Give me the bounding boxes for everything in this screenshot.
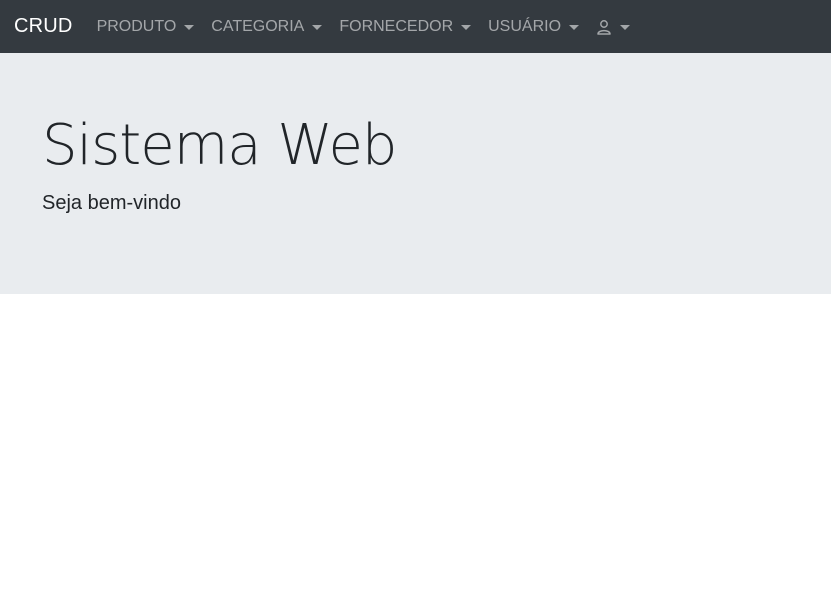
nav-dropdown-categoria[interactable]: CATEGORIA (211, 0, 323, 53)
top-navbar: CRUD PRODUTO CATEGORIA FORNECEDOR USUÁRI… (0, 0, 831, 53)
nav-menu: PRODUTO CATEGORIA FORNECEDOR USUÁRIO (97, 0, 647, 53)
nav-item-label: FORNECEDOR (339, 17, 454, 35)
caret-down-icon (620, 24, 631, 30)
caret-down-icon (184, 24, 195, 30)
nav-dropdown-user-account[interactable] (596, 0, 631, 53)
navbar-brand[interactable]: CRUD (14, 0, 73, 53)
caret-down-icon (312, 24, 323, 30)
nav-dropdown-fornecedor[interactable]: FORNECEDOR (339, 0, 472, 53)
jumbotron: Sistema Web Seja bem-vindo (0, 53, 831, 294)
user-icon (597, 19, 611, 35)
caret-down-icon (461, 24, 472, 30)
caret-down-icon (569, 24, 580, 30)
nav-dropdown-usuario[interactable]: USUÁRIO (488, 0, 580, 53)
nav-item-label: USUÁRIO (488, 17, 562, 35)
nav-item-label: PRODUTO (96, 17, 177, 35)
nav-item-label: CATEGORIA (211, 17, 305, 35)
welcome-text: Seja bem-vindo (42, 192, 181, 214)
page-title: Sistema Web (42, 113, 397, 178)
nav-dropdown-produto[interactable]: PRODUTO (97, 0, 195, 53)
